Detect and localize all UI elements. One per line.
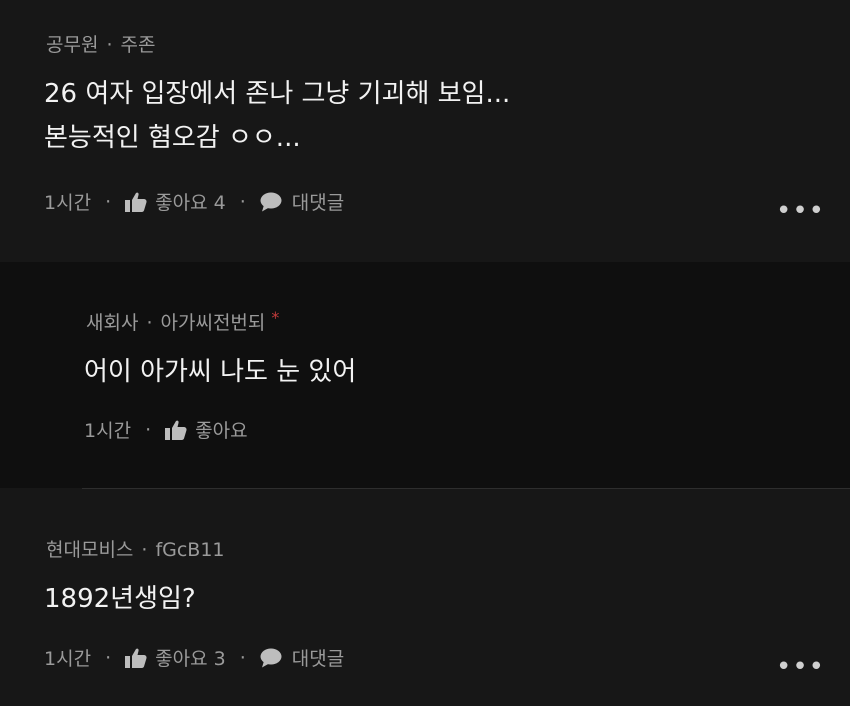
separator-dot: · <box>105 190 112 213</box>
author-badge: * <box>271 308 280 327</box>
comment-actions: 1시간 · 좋아요 <box>84 416 248 443</box>
speech-bubble-icon[interactable] <box>260 648 282 668</box>
separator-dot: · <box>146 312 153 334</box>
more-options-icon[interactable]: ••• <box>776 652 825 682</box>
comment-line: 1892년생임? <box>44 584 196 614</box>
comment-actions: 1시간 · 좋아요 3 · 대댓글 <box>44 644 344 671</box>
separator-dot: · <box>105 646 112 669</box>
like-button[interactable]: 좋아요 3 <box>155 644 226 671</box>
timestamp: 1시간 <box>44 648 92 670</box>
author-name[interactable]: 공무원 <box>46 34 98 56</box>
separator-dot: · <box>239 646 246 669</box>
comment-line: 본능적인 혐오감 ㅇㅇ... <box>44 123 301 153</box>
comment-line: 어이 아가씨 나도 눈 있어 <box>84 357 357 387</box>
comment-line: 26 여자 입장에서 존나 그냥 기괴해 보임... <box>44 79 511 109</box>
comment-meta: 공무원 · 주존 <box>46 30 155 57</box>
more-options-icon[interactable]: ••• <box>776 196 825 226</box>
separator-dot: · <box>106 34 113 56</box>
timestamp: 1시간 <box>84 420 132 442</box>
reply-comment: 새회사 · 아가씨전번되 * 어이 아가씨 나도 눈 있어 1시간 · 좋아요 <box>0 262 850 488</box>
comment-actions: 1시간 · 좋아요 4 · 대댓글 <box>44 188 344 215</box>
timestamp: 1시간 <box>44 192 92 214</box>
author-name[interactable]: 새회사 <box>86 312 138 334</box>
author-name[interactable]: 현대모비스 <box>46 539 133 561</box>
comment-meta: 새회사 · 아가씨전번되 * <box>86 308 279 335</box>
thumbs-up-icon[interactable] <box>165 420 187 440</box>
separator-dot: · <box>141 539 148 561</box>
speech-bubble-icon[interactable] <box>260 192 282 212</box>
reply-button[interactable]: 대댓글 <box>292 188 344 215</box>
author-nickname[interactable]: fGcB11 <box>155 539 224 561</box>
separator-dot: · <box>239 190 246 213</box>
comment: 공무원 · 주존 26 여자 입장에서 존나 그냥 기괴해 보임... 본능적인 혐… <box>0 0 850 262</box>
comment-body: 어이 아가씨 나도 눈 있어 <box>84 350 356 394</box>
comment: 현대모비스 · fGcB11 1892년생임? 1시간 · 좋아요 3 · 대댓글 … <box>0 489 850 706</box>
thumbs-up-icon[interactable] <box>125 192 147 212</box>
comment-meta: 현대모비스 · fGcB11 <box>46 535 225 562</box>
thumbs-up-icon[interactable] <box>125 648 147 668</box>
reply-button[interactable]: 대댓글 <box>292 644 344 671</box>
like-button[interactable]: 좋아요 <box>195 416 247 443</box>
comment-body: 26 여자 입장에서 존나 그냥 기괴해 보임... 본능적인 혐오감 ㅇㅇ..… <box>44 72 510 160</box>
comment-body: 1892년생임? <box>44 577 196 621</box>
separator-dot: · <box>145 418 152 441</box>
author-nickname[interactable]: 주존 <box>121 34 156 56</box>
like-button[interactable]: 좋아요 4 <box>155 188 226 215</box>
author-nickname[interactable]: 아가씨전번되 <box>161 312 266 334</box>
